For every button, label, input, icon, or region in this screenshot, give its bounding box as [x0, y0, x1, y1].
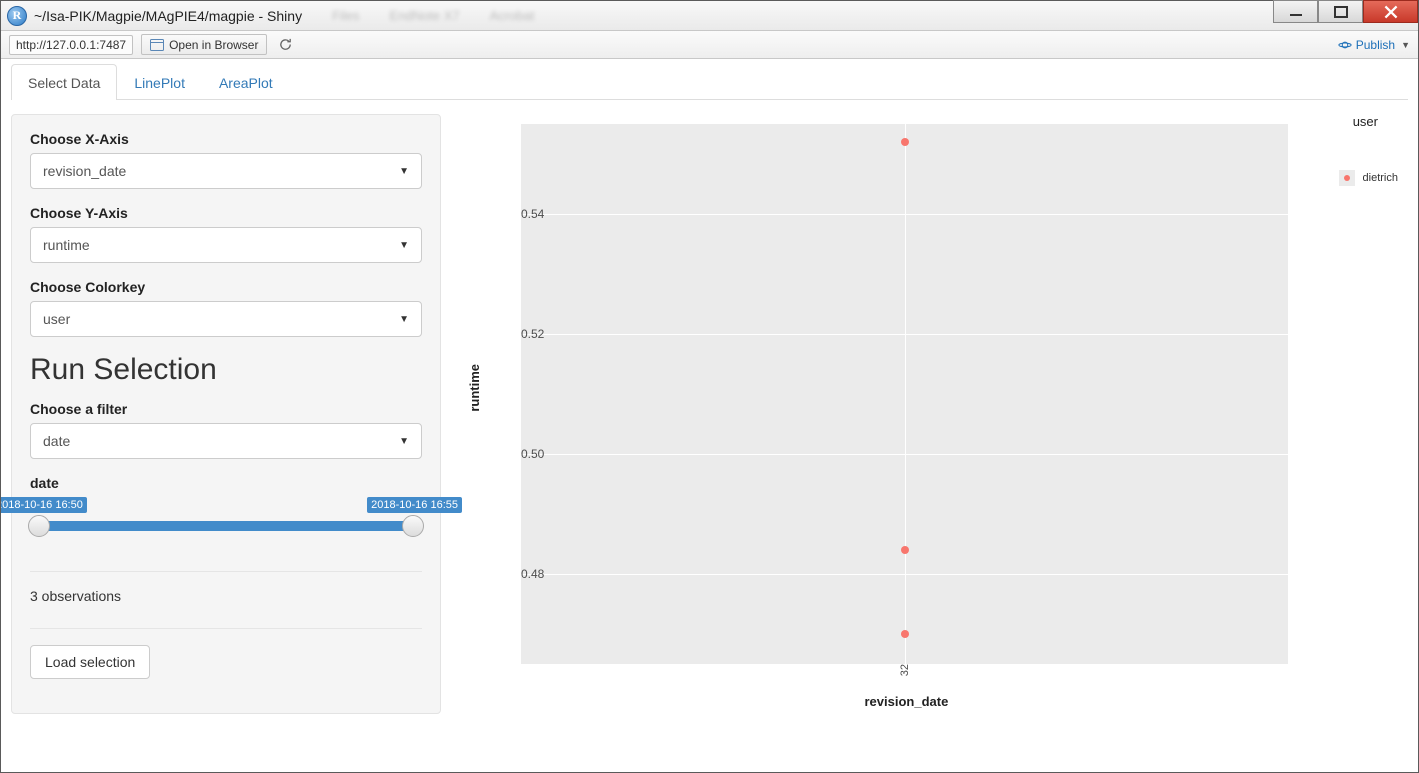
filter-group: Choose a filter date ▼ — [30, 401, 422, 459]
slider-track — [30, 521, 422, 531]
rstudio-icon — [7, 6, 27, 26]
reload-button[interactable] — [275, 35, 295, 55]
colorkey-label: Choose Colorkey — [30, 279, 422, 295]
url-text: http://127.0.0.1:7487 — [16, 38, 126, 52]
titlebar: ~/Isa-PIK/Magpie/MAgPIE4/magpie - Shiny … — [1, 1, 1418, 31]
sidebar-panel: Choose X-Axis revision_date ▼ Choose Y-A… — [11, 114, 441, 714]
x-axis-group: Choose X-Axis revision_date ▼ — [30, 131, 422, 189]
colorkey-group: Choose Colorkey user ▼ — [30, 279, 422, 337]
maximize-button[interactable] — [1318, 0, 1363, 23]
y-axis-value: runtime — [43, 237, 90, 253]
publish-button[interactable]: Publish ▼ — [1338, 38, 1410, 52]
y-axis-group: Choose Y-Axis runtime ▼ — [30, 205, 422, 263]
filter-label: Choose a filter — [30, 401, 422, 417]
chevron-down-icon: ▼ — [399, 240, 409, 251]
y-axis-select[interactable]: runtime ▼ — [30, 227, 422, 263]
slider-group: date 2018-10-16 16:50 2018-10-16 16:55 — [30, 475, 422, 547]
observations-text: 3 observations — [30, 588, 422, 604]
chevron-down-icon: ▼ — [399, 436, 409, 447]
tab-select-data[interactable]: Select Data — [11, 64, 117, 100]
legend-item: dietrich — [1339, 170, 1398, 186]
browser-icon — [150, 39, 164, 51]
x-tick: 32 — [899, 664, 911, 682]
x-axis-label: Choose X-Axis — [30, 131, 422, 147]
colorkey-value: user — [43, 311, 70, 327]
minimize-button[interactable] — [1273, 0, 1318, 23]
filter-select[interactable]: date ▼ — [30, 423, 422, 459]
slider-handle-min[interactable] — [28, 515, 50, 537]
x-axis-value: revision_date — [43, 163, 126, 179]
data-point — [901, 546, 909, 554]
filter-value: date — [43, 433, 70, 449]
chevron-down-icon: ▼ — [399, 166, 409, 177]
publish-icon — [1338, 38, 1352, 52]
legend-title: user — [1353, 114, 1378, 129]
run-selection-heading: Run Selection — [30, 353, 422, 387]
window-controls — [1273, 1, 1418, 30]
reload-icon — [278, 37, 293, 52]
url-display[interactable]: http://127.0.0.1:7487 — [9, 35, 133, 55]
slider-min-label: 2018-10-16 16:50 — [1, 497, 87, 513]
window-title: ~/Isa-PIK/Magpie/MAgPIE4/magpie - Shiny — [34, 8, 302, 24]
load-selection-button[interactable]: Load selection — [30, 645, 150, 679]
date-slider[interactable]: 2018-10-16 16:50 2018-10-16 16:55 — [30, 497, 422, 547]
open-browser-label: Open in Browser — [169, 38, 258, 52]
y-axis-label: Choose Y-Axis — [30, 205, 422, 221]
x-axis-title: revision_date — [865, 694, 949, 709]
close-button[interactable] — [1363, 0, 1418, 23]
tab-lineplot[interactable]: LinePlot — [117, 64, 202, 100]
data-point — [901, 630, 909, 638]
slider-label: date — [30, 475, 422, 491]
y-axis-title: runtime — [467, 364, 482, 412]
open-in-browser-button[interactable]: Open in Browser — [141, 34, 267, 55]
chevron-down-icon: ▼ — [399, 314, 409, 325]
publish-label: Publish — [1356, 38, 1395, 52]
slider-handle-max[interactable] — [402, 515, 424, 537]
plot-container: 0.48 0.50 0.52 0.54 32 runtime revision_date u… — [461, 114, 1408, 714]
y-tick: 0.52 — [521, 327, 529, 341]
y-tick: 0.48 — [521, 567, 529, 581]
scatter-plot: 0.48 0.50 0.52 0.54 32 runtime revision_date — [461, 114, 1408, 714]
data-point — [901, 138, 909, 146]
y-tick: 0.50 — [521, 447, 529, 461]
legend-swatch — [1339, 170, 1355, 186]
y-tick: 0.54 — [521, 207, 529, 221]
x-axis-select[interactable]: revision_date ▼ — [30, 153, 422, 189]
background-app-hints: FilesEndNote X7Acrobat — [332, 8, 534, 23]
divider — [30, 571, 422, 572]
colorkey-select[interactable]: user ▼ — [30, 301, 422, 337]
legend-item-label: dietrich — [1363, 172, 1398, 184]
content-area: Select Data LinePlot AreaPlot Choose X-A… — [1, 59, 1418, 772]
tab-bar: Select Data LinePlot AreaPlot — [11, 63, 1408, 100]
app-window: ~/Isa-PIK/Magpie/MAgPIE4/magpie - Shiny … — [0, 0, 1419, 773]
divider — [30, 628, 422, 629]
slider-max-label: 2018-10-16 16:55 — [367, 497, 462, 513]
chevron-down-icon: ▼ — [1401, 40, 1410, 50]
tab-areaplot[interactable]: AreaPlot — [202, 64, 290, 100]
toolbar: http://127.0.0.1:7487 Open in Browser Pu… — [1, 31, 1418, 59]
